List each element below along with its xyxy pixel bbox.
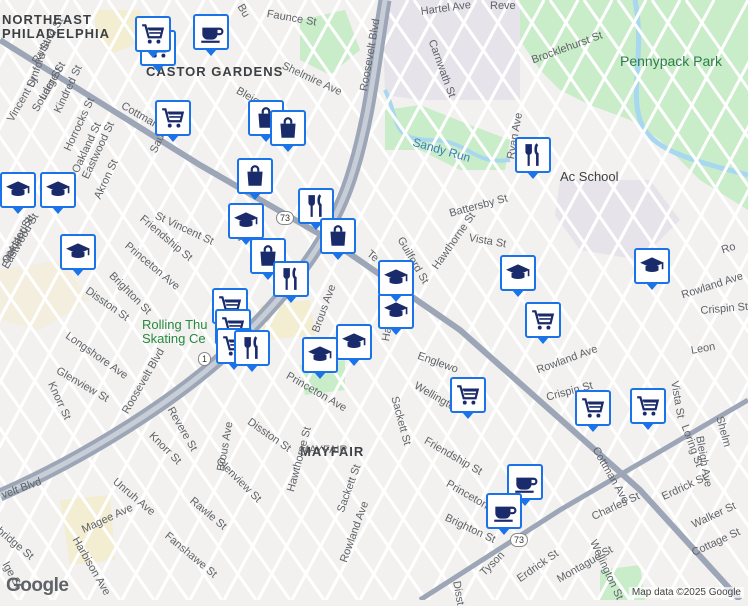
poi-label-rolling-thunder-1[interactable]: Rolling Thu xyxy=(142,317,208,332)
fork-knife-icon xyxy=(244,336,258,359)
map-pin-grocery[interactable] xyxy=(575,390,611,432)
map-pin-restaurant[interactable] xyxy=(234,330,270,372)
map-pin-school[interactable] xyxy=(228,203,264,245)
shopping-cart-icon xyxy=(142,24,165,44)
school-icon xyxy=(6,181,30,196)
map-pin-grocery[interactable] xyxy=(155,100,191,142)
school-icon xyxy=(66,243,90,258)
shopping-cart-icon xyxy=(637,396,660,416)
route-shield-73: 73 xyxy=(276,211,295,225)
map-pin-school[interactable] xyxy=(302,337,338,379)
coffee-icon xyxy=(201,27,224,43)
map-pin-school[interactable] xyxy=(40,172,76,214)
map-attribution[interactable]: Map data ©2025 Google xyxy=(628,587,744,598)
route-shield-1: 1 xyxy=(198,352,212,366)
school-icon xyxy=(308,346,332,361)
shopping-cart-icon xyxy=(162,108,185,128)
shopping-bag-icon xyxy=(330,225,346,246)
map-pin-grocery[interactable] xyxy=(135,16,171,58)
route-shield-73: 73 xyxy=(510,533,529,547)
school-icon xyxy=(342,333,366,348)
map-pin-school[interactable] xyxy=(500,255,536,297)
map-pin-school[interactable] xyxy=(634,248,670,290)
fork-knife-icon xyxy=(308,194,322,217)
school-icon xyxy=(384,269,408,284)
map-pin-cafe[interactable] xyxy=(193,14,229,56)
map-pin-cafe[interactable] xyxy=(486,493,522,535)
map-pin-restaurant[interactable] xyxy=(515,137,551,179)
map-pin-shop[interactable] xyxy=(237,158,273,200)
school-icon xyxy=(506,264,530,279)
school-icon xyxy=(234,212,258,227)
coffee-icon xyxy=(515,477,538,493)
google-logo: Google xyxy=(6,575,69,596)
map-pin-grocery[interactable] xyxy=(450,377,486,419)
area-label-castor-gardens: CASTOR GARDENS xyxy=(146,64,284,79)
map-pin-grocery[interactable] xyxy=(525,302,561,344)
map-pin-shop[interactable] xyxy=(320,218,356,260)
shopping-cart-icon xyxy=(457,385,480,405)
fork-knife-icon xyxy=(525,143,539,166)
map-pin-school[interactable] xyxy=(378,260,414,302)
shopping-bag-icon xyxy=(280,117,296,138)
shopping-cart-icon xyxy=(582,398,605,418)
school-icon xyxy=(46,181,70,196)
map-pin-shop[interactable] xyxy=(270,110,306,152)
map-pin-school[interactable] xyxy=(60,234,96,276)
school-icon xyxy=(640,257,664,272)
street-label: Reve xyxy=(490,0,516,12)
shopping-bag-icon xyxy=(247,165,263,186)
park-label-pennypack[interactable]: Pennypack Park xyxy=(620,53,722,69)
poi-label-school[interactable]: Ac School xyxy=(560,169,619,184)
coffee-icon xyxy=(494,506,517,522)
poi-label-rolling-thunder-2[interactable]: Skating Ce xyxy=(142,331,206,346)
map-pin-school[interactable] xyxy=(0,172,36,214)
map-pin-grocery[interactable] xyxy=(630,388,666,430)
area-label-northeast: NORTHEAST xyxy=(2,12,92,27)
shopping-cart-icon xyxy=(532,310,555,330)
fork-knife-icon xyxy=(283,267,297,290)
map-pin-restaurant[interactable] xyxy=(273,261,309,303)
map-pin-school[interactable] xyxy=(336,324,372,366)
